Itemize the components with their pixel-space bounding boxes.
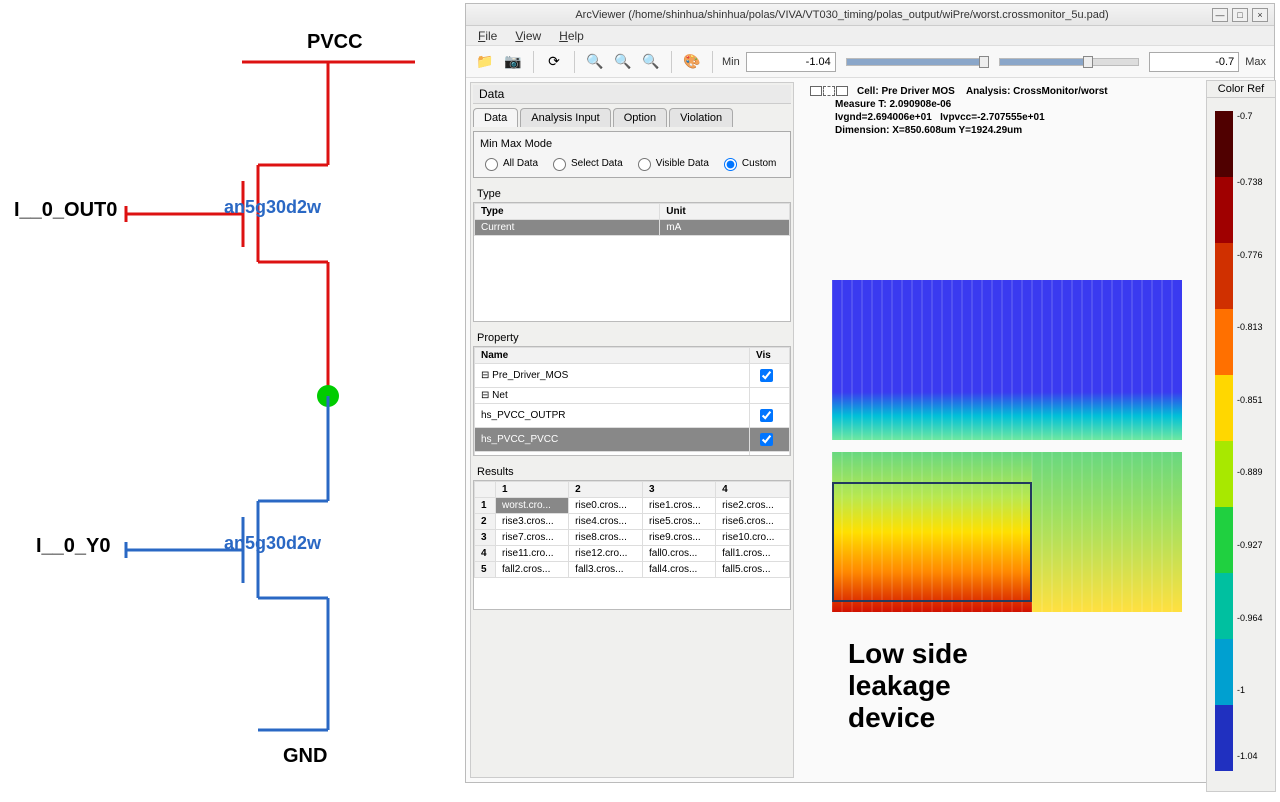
max-input[interactable] [1149,52,1239,72]
color-reference-panel: Color Ref -0.7 -0.738 -0.776 -0.813 -0.8… [1206,80,1276,792]
radio-select-data[interactable]: Select Data [548,155,623,171]
max-label: Max [1245,56,1266,68]
menu-help[interactable]: Help [559,29,584,43]
results-section-title: Results [473,464,791,480]
refresh-icon[interactable]: ⟳ [543,51,565,73]
label-pvcc: PVCC [307,31,363,53]
property-tree: NameVis ⊟ Pre_Driver_MOS ⊟ Net hs_PVCC_O… [474,347,790,456]
label-nmos-model: an5g30d2w [224,533,322,553]
results-table: 1234 1worst.cro...rise0.cros...rise1.cro… [474,481,790,578]
minimize-button[interactable]: — [1212,8,1228,22]
zoom-out-icon[interactable]: 🔍 [612,51,634,73]
type-table: TypeUnit CurrentmA [474,203,790,236]
menubar: File View Help [466,26,1274,46]
zoom-in-icon[interactable]: 🔍 [584,51,606,73]
data-panel-header: Data [473,85,791,104]
results-row-5[interactable]: 5fall2.cros...fall3.cros...fall4.cros...… [475,562,790,578]
tab-data[interactable]: Data [473,108,518,127]
annotation-text: Low side leakage device [848,638,968,735]
results-row-3[interactable]: 3rise7.cros...rise8.cros...rise9.cros...… [475,530,790,546]
menu-view[interactable]: View [515,29,541,43]
min-label: Min [722,56,740,68]
min-input[interactable] [746,52,836,72]
toolbar: 📁 📷 ⟳ 🔍 🔍 🔍 🎨 Min Max [466,46,1274,78]
min-max-mode-label: Min Max Mode [480,138,784,150]
heatmap-lower [832,452,1182,612]
radio-visible-data[interactable]: Visible Data [633,155,709,171]
type-row-current[interactable]: CurrentmA [475,220,790,236]
radio-custom[interactable]: Custom [719,155,776,171]
label-gnd: GND [283,745,327,767]
results-row-4[interactable]: 4rise11.cro...rise12.cro...fall0.cros...… [475,546,790,562]
max-slider[interactable] [999,58,1139,66]
results-row-2[interactable]: 2rise3.cros...rise4.cros...rise5.cros...… [475,514,790,530]
schematic-panel: PVCC GND I__0_OUT0 I__0_Y0 an5g30d2w an5… [0,0,455,797]
label-pmos-model: an5g30d2w [224,197,322,217]
type-section-title: Type [473,186,791,202]
colorbar [1215,111,1233,771]
zoom-fit-icon[interactable]: 🔍 [640,51,662,73]
heatmap-upper [832,280,1182,440]
tab-option[interactable]: Option [613,108,667,127]
snapshot-icon[interactable]: 📷 [502,51,524,73]
results-row-1[interactable]: 1worst.cro...rise0.cros...rise1.cros...r… [475,498,790,514]
titlebar[interactable]: ArcViewer (/home/shinhua/shinhua/polas/V… [466,4,1274,26]
tab-analysis-input[interactable]: Analysis Input [520,108,610,127]
tree-row-root[interactable]: ⊟ Pre_Driver_MOS [475,364,790,388]
open-folder-icon[interactable]: 📁 [474,51,496,73]
palette-icon[interactable]: 🎨 [681,51,703,73]
tab-violation[interactable]: Violation [669,108,733,127]
label-pmos-gate: I__0_OUT0 [14,199,117,221]
radio-all-data[interactable]: All Data [480,155,538,171]
tree-row-net[interactable]: ⊟ Net [475,388,790,404]
tree-row-n2[interactable]: hs_PVCC_PVCC [475,428,790,452]
label-nmos-gate: I__0_Y0 [36,535,111,557]
heatmap-viewport[interactable] [832,280,1182,624]
colorbar-labels: -0.7 -0.738 -0.776 -0.813 -0.851 -0.889 … [1237,111,1273,771]
property-section-title: Property [473,330,791,346]
tree-row-n3[interactable]: ls_GND_GND [475,452,790,457]
color-ref-title: Color Ref [1207,81,1275,98]
info-overlay: Cell: Pre Driver MOS Analysis: CrossMoni… [810,85,1108,137]
tree-row-n1[interactable]: hs_PVCC_OUTPR [475,404,790,428]
leakage-highlight-box [832,482,1032,602]
close-button[interactable]: × [1252,8,1268,22]
maximize-button[interactable]: □ [1232,8,1248,22]
min-slider[interactable] [846,58,986,66]
window-title: ArcViewer (/home/shinhua/shinhua/polas/V… [472,9,1212,21]
menu-file[interactable]: File [478,29,497,43]
